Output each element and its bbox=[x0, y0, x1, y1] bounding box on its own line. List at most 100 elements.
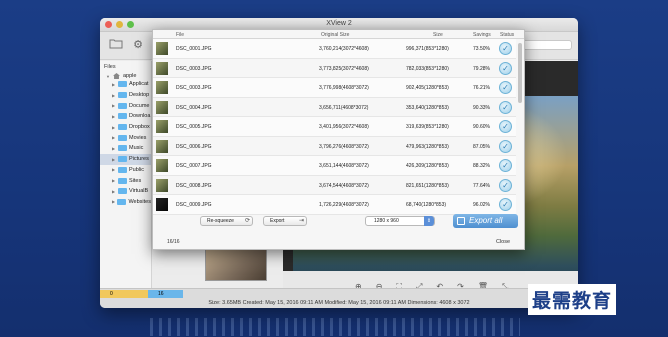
search-input[interactable] bbox=[522, 40, 572, 50]
resolution-select[interactable]: 1280 x 960 ⇕ bbox=[365, 216, 435, 226]
photo-thumbnail bbox=[156, 42, 168, 55]
new-size: 902,405(1280*853) bbox=[406, 85, 449, 91]
file-name: DSC_0003.JPG bbox=[176, 65, 212, 72]
window-title: XView 2 bbox=[326, 20, 352, 27]
disclosure-triangle-icon[interactable]: ▶ bbox=[112, 103, 116, 108]
export-button[interactable]: Export ⇥ bbox=[263, 216, 307, 226]
sidebar-item-docume[interactable]: ▶ Docume bbox=[100, 100, 151, 111]
close-button[interactable]: Close bbox=[496, 239, 510, 245]
photo-thumbnail bbox=[156, 61, 168, 75]
disclosure-triangle-icon[interactable]: ▶ bbox=[112, 93, 116, 98]
house-icon bbox=[113, 73, 120, 79]
sidebar-item-label: Applicat bbox=[129, 81, 149, 88]
disclosure-triangle-icon[interactable]: ▶ bbox=[112, 189, 116, 194]
photo-thumbnail bbox=[156, 139, 168, 153]
sidebar-item-label: Downloa bbox=[129, 113, 151, 120]
table-header: File Original Size Size Savings Status bbox=[153, 30, 524, 39]
disclosure-triangle-icon[interactable]: ▼ bbox=[106, 74, 110, 79]
table-row[interactable]: DSC_0005.JPG 3,401,956(3072*4608) 319,639(… bbox=[153, 117, 516, 137]
disclosure-triangle-icon[interactable]: ▶ bbox=[112, 135, 116, 140]
new-size: 479,963(1280*853) bbox=[406, 143, 449, 150]
sidebar-item-downloa[interactable]: ▶ Downloa bbox=[100, 111, 151, 122]
check-icon: ✓ bbox=[499, 139, 512, 153]
check-icon: ✓ bbox=[499, 178, 512, 192]
table-row[interactable]: DSC_0004.JPG 3,656,711(4608*3072) 353,640(… bbox=[153, 98, 516, 117]
file-name: DSC_0009.JPG bbox=[176, 202, 212, 208]
gear-icon[interactable]: ⚙ bbox=[130, 38, 146, 52]
disclosure-triangle-icon[interactable]: ▶ bbox=[112, 178, 116, 183]
new-size: 821,651(1280*853) bbox=[406, 182, 449, 189]
check-icon: ✓ bbox=[499, 61, 512, 75]
export-all-button[interactable]: Export all bbox=[453, 214, 518, 228]
new-size: 319,639(853*1280) bbox=[406, 124, 449, 130]
resqueeze-label: Re-squeeze bbox=[207, 218, 234, 224]
photo-thumbnail bbox=[156, 198, 168, 211]
original-size: 3,401,956(3072*4608) bbox=[319, 124, 369, 130]
file-name: DSC_0001.JPG bbox=[176, 46, 212, 52]
savings-value: 96.02% bbox=[473, 202, 490, 208]
photo-thumbnail bbox=[156, 100, 168, 114]
folder-icon bbox=[118, 92, 127, 99]
disclosure-triangle-icon[interactable]: ▶ bbox=[112, 167, 116, 172]
disclosure-triangle-icon[interactable]: ▶ bbox=[112, 125, 116, 130]
photo-thumbnail bbox=[156, 120, 168, 133]
disclosure-triangle-icon[interactable]: ▶ bbox=[112, 146, 116, 151]
table-row[interactable]: DSC_0006.JPG 3,796,276(4608*3072) 479,963(… bbox=[153, 137, 516, 156]
export-all-icon bbox=[457, 217, 465, 225]
disclosure-triangle-icon[interactable]: ▶ bbox=[112, 82, 116, 87]
disclosure-triangle-icon[interactable]: ▶ bbox=[112, 199, 115, 204]
col-size: Size bbox=[433, 32, 443, 38]
sidebar-item-applicat[interactable]: ▶ Applicat bbox=[100, 79, 151, 90]
photo-thumbnail bbox=[156, 159, 168, 172]
sidebar-item-desktop[interactable]: ▶ Desktop bbox=[100, 90, 151, 101]
original-size: 3,674,544(4608*3072) bbox=[319, 182, 369, 189]
sidebar-item-dropbox[interactable]: ▶ Dropbox bbox=[100, 122, 151, 133]
sidebar-item-virtualb[interactable]: ▶ VirtualB bbox=[100, 186, 151, 197]
sidebar-item-label: Websites bbox=[128, 198, 151, 205]
sidebar-item-music[interactable]: ▶ Music bbox=[100, 143, 151, 154]
table-row[interactable]: DSC_0008.JPG 3,674,544(4608*3072) 821,651(… bbox=[153, 176, 516, 195]
scrollbar[interactable] bbox=[518, 39, 523, 189]
disclosure-triangle-icon[interactable]: ▶ bbox=[112, 157, 116, 162]
sidebar-title: Files bbox=[104, 64, 116, 70]
folder-icon[interactable] bbox=[108, 38, 124, 52]
sidebar-item-movies[interactable]: ▶ Movies bbox=[100, 132, 151, 143]
file-name: DSC_0004.JPG bbox=[176, 104, 212, 111]
check-icon: ✓ bbox=[499, 42, 512, 55]
scrollbar-thumb[interactable] bbox=[518, 43, 522, 103]
table-row[interactable]: DSC_0001.JPG 3,760,214(3072*4608) 996,371(… bbox=[153, 39, 516, 59]
savings-value: 73.50% bbox=[473, 46, 490, 52]
original-size: 1,726,229(4608*3072) bbox=[319, 202, 369, 208]
folder-icon bbox=[118, 102, 127, 109]
disclosure-triangle-icon[interactable]: ▶ bbox=[112, 114, 116, 119]
sidebar-item-pictures[interactable]: ▶ Pictures bbox=[100, 153, 151, 165]
sidebar-item-label: Public bbox=[129, 166, 144, 173]
file-name: DSC_0006.JPG bbox=[176, 143, 212, 150]
sidebar-item-public[interactable]: ▶ Public bbox=[100, 165, 151, 176]
tag-blue[interactable]: 16 bbox=[148, 290, 183, 298]
export-label: Export bbox=[270, 218, 285, 224]
check-icon: ✓ bbox=[499, 81, 512, 94]
table-row[interactable]: DSC_0003.JPG 3,773,825(3072*4608) 782,033(… bbox=[153, 59, 516, 78]
status-bar: 0 16 Size: 3.65MB Created: May 15, 2016 … bbox=[100, 288, 578, 308]
tag-yellow[interactable]: 0 bbox=[100, 290, 148, 298]
folder-icon bbox=[118, 134, 127, 141]
file-info-text: Size: 3.65MB Created: May 15, 2016 09:11… bbox=[208, 300, 470, 306]
brand-logo: 最需教育 bbox=[528, 284, 617, 315]
refresh-icon: ⟳ bbox=[244, 218, 250, 224]
folder-icon bbox=[117, 198, 127, 205]
sidebar-item-websites[interactable]: ▶ Websites bbox=[100, 197, 151, 208]
folder-icon bbox=[118, 166, 127, 173]
sidebar-item-sites[interactable]: ▶ Sites bbox=[100, 175, 151, 186]
sidebar: Files ▼ apple ▶ Applicat ▶ Desktop ▶ Docume ▶ D… bbox=[100, 61, 152, 288]
savings-value: 90.33% bbox=[473, 104, 490, 111]
file-name: DSC_0005.JPG bbox=[176, 124, 212, 130]
table-row[interactable]: DSC_0003.JPG 3,776,998(4608*3072) 902,405(… bbox=[153, 78, 516, 98]
resqueeze-button[interactable]: Re-squeeze ⟳ bbox=[200, 216, 253, 226]
table-row[interactable]: DSC_0007.JPG 3,651,144(4608*3072) 426,309(… bbox=[153, 156, 516, 176]
sidebar-root[interactable]: ▼ apple bbox=[100, 70, 151, 79]
original-size: 3,773,825(3072*4608) bbox=[319, 65, 369, 72]
export-dialog: File Original Size Size Savings Status D… bbox=[152, 29, 525, 250]
original-size: 3,776,998(4608*3072) bbox=[319, 85, 369, 91]
new-size: 68,740(1280*853) bbox=[406, 202, 447, 208]
